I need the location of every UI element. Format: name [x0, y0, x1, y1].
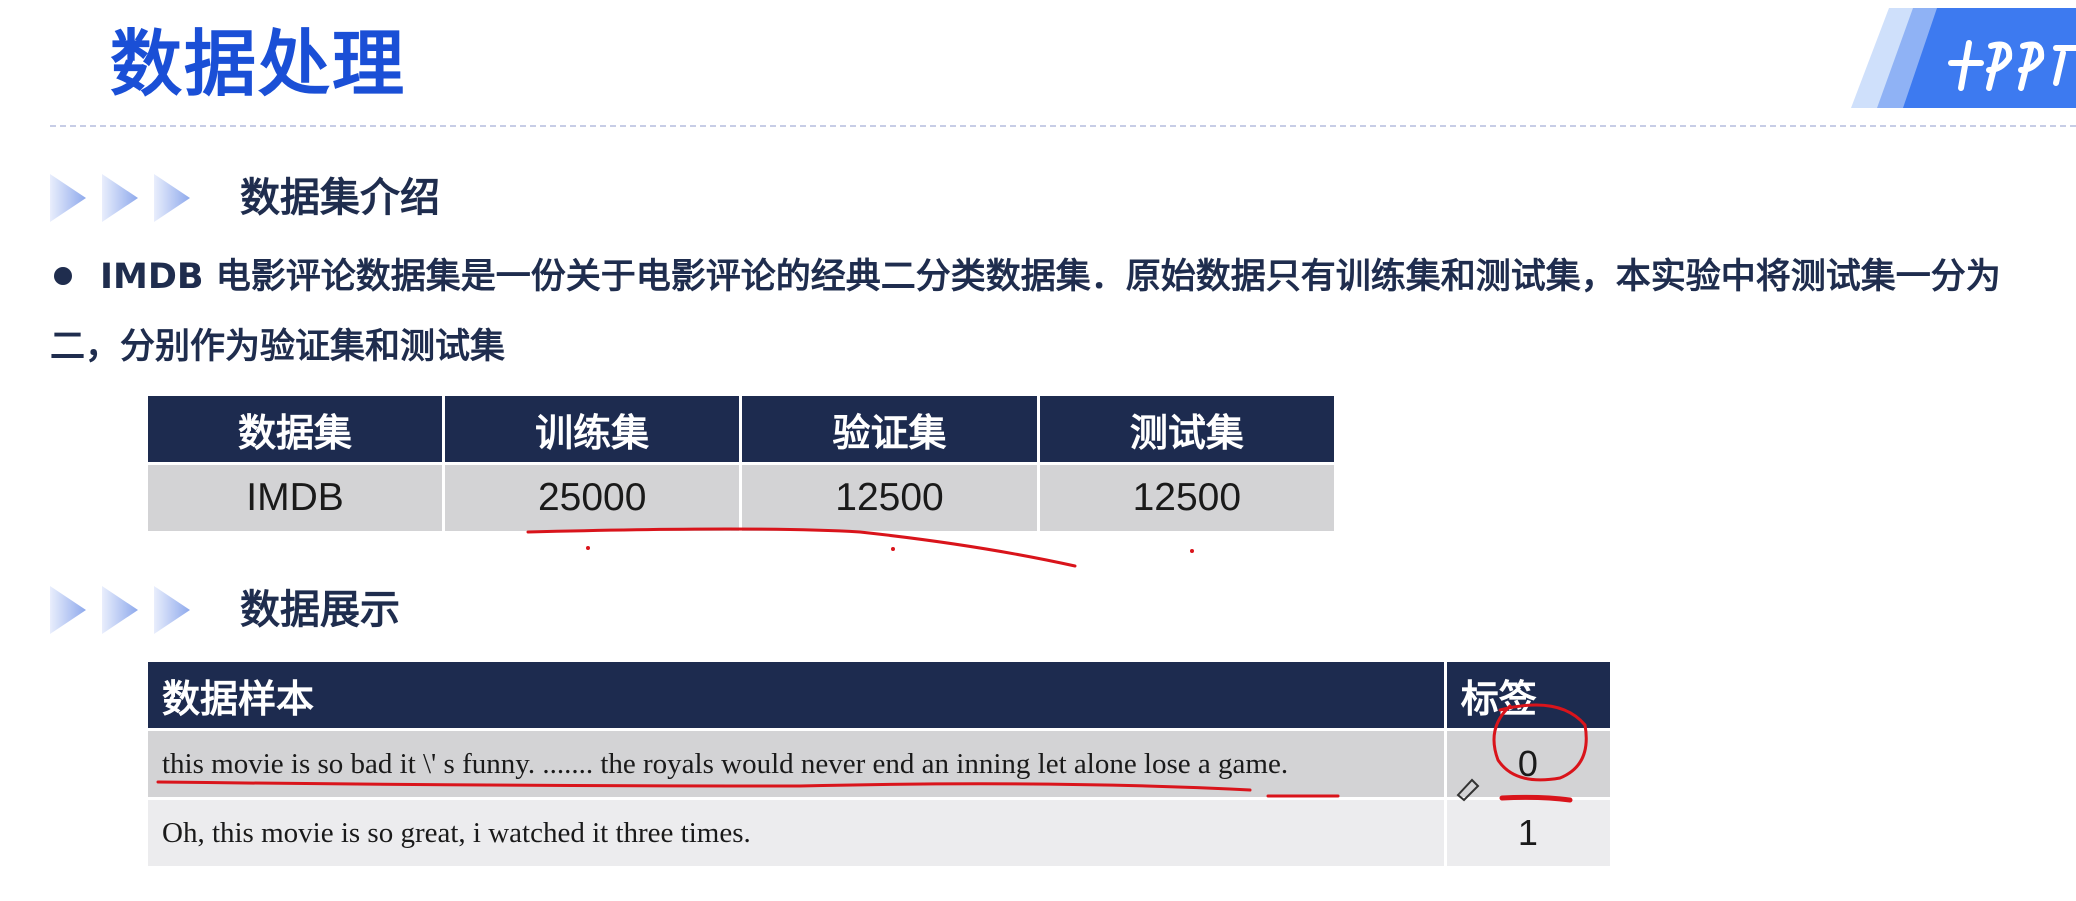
header-divider: [50, 125, 2076, 127]
section-title: 数据集介绍: [240, 175, 440, 221]
column-header: 数据样本: [145, 659, 1447, 731]
annotation-dot: [586, 546, 590, 550]
bullet-paragraph: IMDB 电影评论数据集是一份关于电影评论的经典二分类数据集．原始数据只有训练集…: [50, 242, 2030, 382]
table-row: Oh, this movie is so great, i watched it…: [145, 797, 1614, 869]
column-header: 验证集: [739, 393, 1040, 465]
label-cell: 0: [1443, 728, 1614, 800]
page-title: 数据处理: [110, 22, 407, 106]
chevron-right-icon: [50, 586, 190, 634]
paragraph-text: IMDB 电影评论数据集是一份关于电影评论的经典二分类数据集．原始数据只有训练集…: [50, 257, 2001, 367]
table-row: this movie is so bad it \' s funny. ....…: [145, 728, 1614, 800]
bullet-icon: [54, 267, 72, 285]
chevron-right-icon: [50, 174, 190, 222]
brand-logo: [1851, 8, 2076, 108]
column-header: 测试集: [1036, 393, 1338, 465]
table-header-row: 数据集 训练集 验证集 测试集: [144, 393, 1338, 465]
column-header: 训练集: [442, 393, 743, 465]
table-header-row: 数据样本 标签: [145, 659, 1614, 731]
annotation-dot: [891, 547, 895, 551]
table-cell: 12500: [739, 462, 1040, 534]
annotation-dot: [1190, 549, 1194, 553]
sample-text-cell: this movie is so bad it \' s funny. ....…: [145, 728, 1447, 800]
section-title: 数据展示: [240, 587, 400, 633]
table-cell: 12500: [1036, 462, 1338, 534]
table-row: IMDB 25000 12500 12500: [144, 462, 1338, 534]
table-cell: IMDB: [144, 462, 446, 534]
data-sample-table: 数据样本 标签 this movie is so bad it \' s fun…: [145, 659, 1614, 869]
dataset-split-table: 数据集 训练集 验证集 测试集 IMDB 25000 12500 12500: [144, 393, 1338, 534]
column-header: 数据集: [144, 393, 446, 465]
column-header: 标签: [1443, 659, 1614, 731]
sample-text-cell: Oh, this movie is so great, i watched it…: [145, 797, 1447, 869]
annotation-underline: [526, 527, 1077, 568]
label-cell: 1: [1443, 797, 1614, 869]
table-cell: 25000: [442, 462, 743, 534]
